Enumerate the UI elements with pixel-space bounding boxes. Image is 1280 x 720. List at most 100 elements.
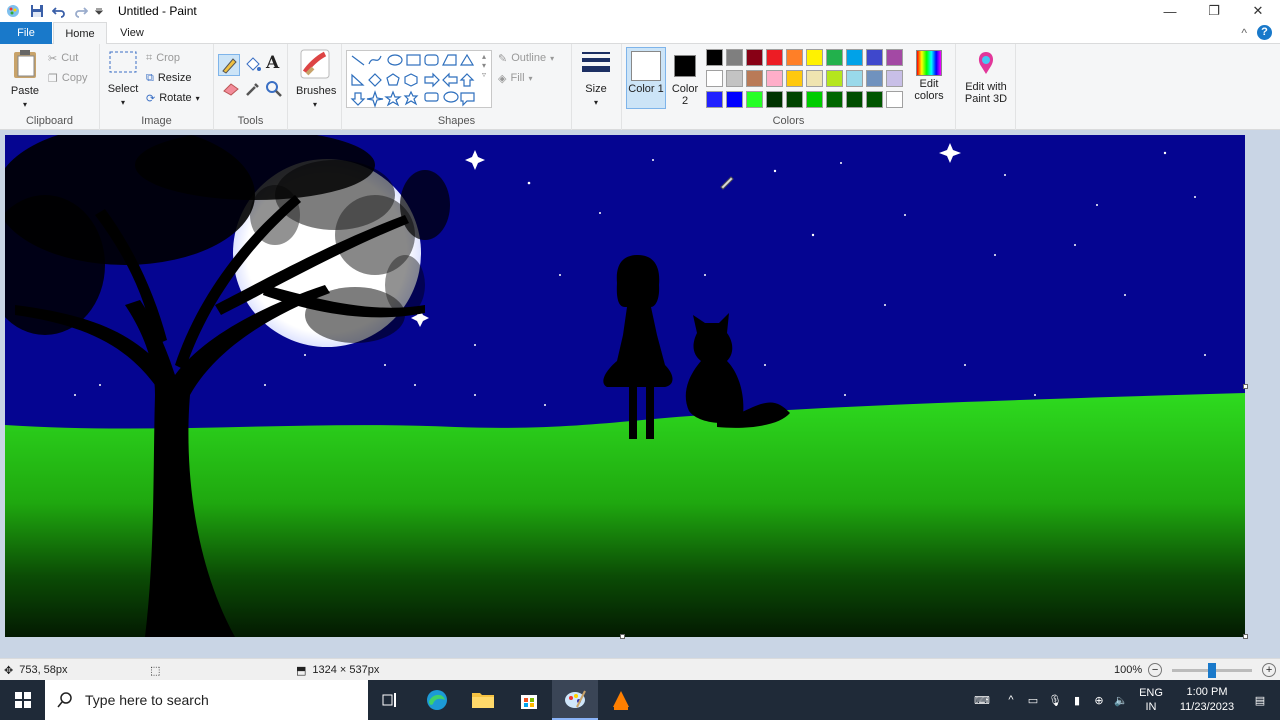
select-button[interactable]: Select ▾ xyxy=(106,48,140,109)
zoom-slider-thumb[interactable] xyxy=(1208,662,1217,678)
zoom-in-icon[interactable]: + xyxy=(1262,663,1277,677)
redo-icon[interactable] xyxy=(74,4,88,18)
tab-file[interactable]: File xyxy=(0,22,52,44)
language-indicator[interactable]: ENG IN xyxy=(1132,686,1170,714)
palette-color[interactable] xyxy=(886,91,903,108)
workspace xyxy=(0,130,1280,658)
palette-color[interactable] xyxy=(746,91,763,108)
help-icon[interactable]: ? xyxy=(1257,25,1272,40)
palette-color[interactable] xyxy=(706,49,723,66)
outline-button[interactable]: ✎ Outline ▾ xyxy=(498,49,554,67)
start-button[interactable] xyxy=(0,680,45,720)
magnifier-icon[interactable] xyxy=(265,80,283,98)
palette-color[interactable] xyxy=(726,49,743,66)
notifications-icon[interactable]: ▤ xyxy=(1240,680,1280,720)
taskbar-store[interactable] xyxy=(506,680,552,720)
size-button[interactable]: Size ▾ xyxy=(578,48,614,109)
palette-color[interactable] xyxy=(726,70,743,87)
taskbar-media-app[interactable] xyxy=(598,680,644,720)
palette-color[interactable] xyxy=(786,70,803,87)
crop-button[interactable]: ⌗ Crop xyxy=(146,49,180,67)
drawing-canvas[interactable] xyxy=(5,135,1245,637)
palette-color[interactable] xyxy=(706,70,723,87)
palette-color[interactable] xyxy=(746,49,763,66)
touch-keyboard-icon[interactable]: ⌨ xyxy=(964,680,1000,720)
edit-colors-button[interactable]: Edit colors xyxy=(912,50,946,102)
battery-icon[interactable]: ▮ xyxy=(1066,680,1088,720)
paste-icon xyxy=(14,50,36,78)
tab-view[interactable]: View xyxy=(107,22,157,44)
text-tool-icon[interactable]: A xyxy=(266,53,279,73)
paste-button[interactable]: Paste ▾ xyxy=(8,48,42,111)
resize-handle-bottom[interactable] xyxy=(620,634,625,639)
taskbar-search-box[interactable]: Type here to search xyxy=(45,680,368,720)
palette-color[interactable] xyxy=(726,91,743,108)
collapse-ribbon-button[interactable]: ^ xyxy=(1241,26,1247,40)
palette-color[interactable] xyxy=(786,49,803,66)
resize-button[interactable]: ⧉ Resize xyxy=(146,69,191,87)
copy-button[interactable]: ❐ Copy xyxy=(48,69,88,87)
undo-icon[interactable] xyxy=(52,4,66,18)
brushes-group[interactable]: Brushes ▾ xyxy=(288,44,342,130)
palette-color[interactable] xyxy=(826,49,843,66)
palette-color[interactable] xyxy=(766,70,783,87)
palette-color[interactable] xyxy=(706,91,723,108)
restore-button[interactable]: ❐ xyxy=(1192,0,1236,22)
pencil-tool[interactable] xyxy=(218,54,240,76)
tools-group: A Tools xyxy=(214,44,288,130)
network-icon[interactable]: ⊕ xyxy=(1088,680,1110,720)
resize-handle-corner[interactable] xyxy=(1243,634,1248,639)
zoom-level: 100% xyxy=(1114,664,1143,676)
palette-color[interactable] xyxy=(766,91,783,108)
shapes-scroll-icon[interactable]: ▴ ▾ ▿ xyxy=(482,52,486,79)
eraser-icon[interactable] xyxy=(222,82,240,96)
color1-button[interactable]: Color 1 xyxy=(626,47,666,109)
rotate-button[interactable]: ⟳ Rotate ▾ xyxy=(146,89,200,107)
clock[interactable]: 1:00 PM 11/23/2023 xyxy=(1174,685,1240,715)
zoom-out-icon[interactable]: − xyxy=(1148,663,1163,677)
show-hidden-icons[interactable]: ^ xyxy=(1000,680,1022,720)
brushes-button[interactable]: Brushes ▾ xyxy=(296,48,336,111)
volume-icon[interactable]: 🔈 xyxy=(1110,680,1132,720)
color2-button[interactable]: Color 2 xyxy=(670,47,700,109)
fill-button[interactable]: ◈ Fill ▾ xyxy=(498,69,533,87)
save-icon[interactable] xyxy=(30,4,44,18)
palette-color[interactable] xyxy=(826,70,843,87)
palette-color[interactable] xyxy=(826,91,843,108)
palette-color[interactable] xyxy=(806,70,823,87)
task-view-button[interactable] xyxy=(368,680,414,720)
shapes-gallery[interactable] xyxy=(346,50,492,108)
palette-color[interactable] xyxy=(806,91,823,108)
palette-color[interactable] xyxy=(806,49,823,66)
microphone-icon[interactable]: 🎙 xyxy=(1044,680,1066,720)
color1-label: Color 1 xyxy=(628,83,664,95)
taskbar-file-explorer[interactable] xyxy=(460,680,506,720)
palette-color[interactable] xyxy=(846,91,863,108)
minimize-button[interactable]: — xyxy=(1148,0,1192,22)
resize-handle-right[interactable] xyxy=(1243,384,1248,389)
palette-color[interactable] xyxy=(746,70,763,87)
palette-color[interactable] xyxy=(886,70,903,87)
paint-app-icon xyxy=(7,5,19,17)
palette-color[interactable] xyxy=(766,49,783,66)
fill-bucket-icon[interactable] xyxy=(244,56,262,74)
palette-color[interactable] xyxy=(866,70,883,87)
zoom-slider[interactable] xyxy=(1172,662,1253,678)
edit-paint3d-button[interactable]: Edit with Paint 3D xyxy=(960,50,1012,105)
palette-color[interactable] xyxy=(866,49,883,66)
edit-paint3d-label: Edit with Paint 3D xyxy=(964,81,1008,105)
palette-color[interactable] xyxy=(886,49,903,66)
palette-color[interactable] xyxy=(866,91,883,108)
tab-home[interactable]: Home xyxy=(53,22,107,44)
cut-button[interactable]: ✂ Cut xyxy=(48,49,78,67)
taskbar-edge[interactable] xyxy=(414,680,460,720)
taskbar-paint[interactable] xyxy=(552,680,598,720)
palette-color[interactable] xyxy=(846,49,863,66)
palette-color[interactable] xyxy=(846,70,863,87)
palette-color[interactable] xyxy=(786,91,803,108)
close-button[interactable]: ✕ xyxy=(1236,0,1280,22)
paste-label: Paste xyxy=(10,85,40,97)
meet-now-icon[interactable]: ▭ xyxy=(1022,680,1044,720)
color-picker-icon[interactable] xyxy=(244,80,262,98)
customize-quick-access-icon[interactable] xyxy=(94,6,104,16)
